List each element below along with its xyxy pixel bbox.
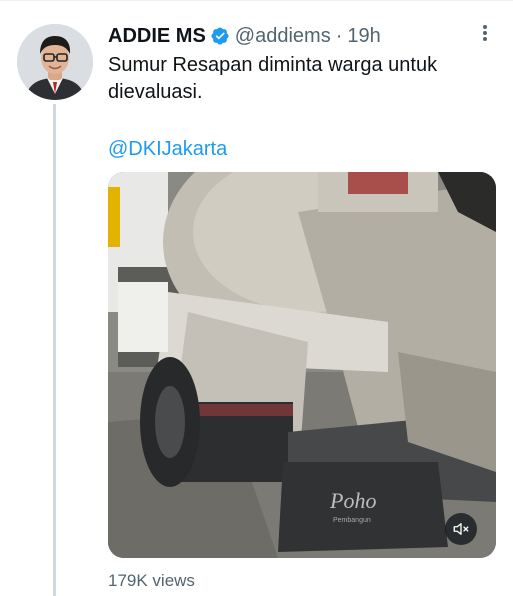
video-player[interactable]: Poho Pembangun bbox=[108, 172, 496, 558]
display-name[interactable]: ADDIE MS bbox=[108, 25, 206, 48]
watermark-subtext: Pembangun bbox=[333, 517, 371, 524]
separator-dot: · bbox=[335, 24, 343, 47]
timestamp[interactable]: 19h bbox=[347, 25, 380, 48]
top-divider bbox=[0, 0, 513, 1]
tweet-header: ADDIE MS @addiems · 19h bbox=[108, 23, 381, 49]
more-dots-icon[interactable] bbox=[476, 22, 494, 44]
user-handle[interactable]: @addiems bbox=[235, 25, 331, 48]
view-count[interactable]: 179K views bbox=[108, 571, 195, 591]
tweet-text: Sumur Resapan diminta warga untuk dieval… bbox=[108, 54, 438, 103]
watermark-text: Poho bbox=[329, 488, 376, 513]
video-frame: Poho Pembangun bbox=[108, 172, 496, 558]
speaker-muted-icon[interactable] bbox=[445, 513, 477, 545]
avatar[interactable] bbox=[17, 24, 93, 100]
thread-line bbox=[53, 104, 56, 596]
mention-link[interactable]: @DKIJakarta bbox=[108, 138, 227, 161]
verified-badge-icon bbox=[210, 26, 230, 46]
avatar-photo bbox=[17, 24, 93, 100]
